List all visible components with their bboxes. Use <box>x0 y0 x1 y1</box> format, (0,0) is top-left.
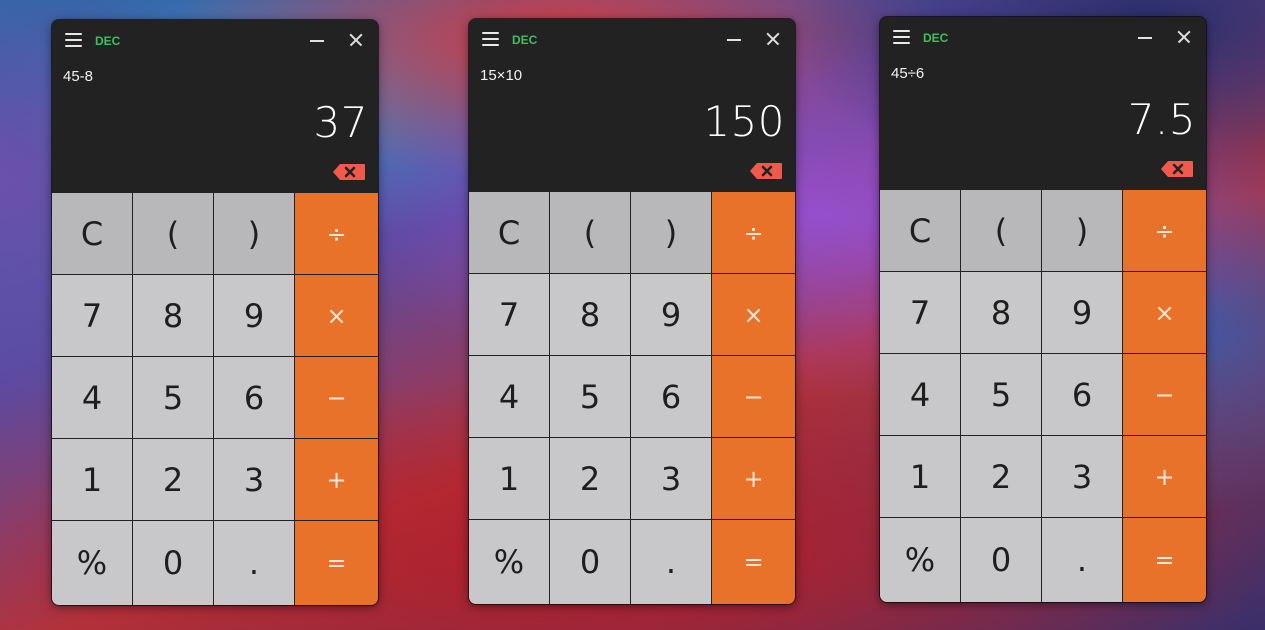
mode-label[interactable]: DEC <box>512 33 537 47</box>
minimize-icon[interactable] <box>726 31 742 47</box>
title-bar: DEC <box>52 20 378 60</box>
digit-7-button[interactable]: 7 <box>880 272 961 354</box>
decimal-button[interactable]: . <box>214 521 295 605</box>
digit-8-button[interactable]: 8 <box>961 272 1042 354</box>
keypad: C ( ) ÷ 7 8 9 × 4 5 6 − 1 2 3 + % 0 . = <box>469 192 795 604</box>
title-bar: DEC <box>469 19 795 59</box>
close-icon[interactable] <box>765 31 781 47</box>
decimal-button[interactable]: . <box>631 520 712 604</box>
open-paren-button[interactable]: ( <box>961 190 1042 272</box>
mode-label[interactable]: DEC <box>923 31 948 45</box>
digit-9-button[interactable]: 9 <box>1042 272 1123 354</box>
digit-2-button[interactable]: 2 <box>133 439 214 521</box>
digit-4-button[interactable]: 4 <box>469 356 550 438</box>
calculator-window-1: DEC 45-8 37 C ( ) ÷ 7 8 9 × 4 5 6 − 1 2 … <box>52 20 378 605</box>
result-display: 150 <box>703 97 785 146</box>
equals-button[interactable]: = <box>1123 518 1206 602</box>
digit-3-button[interactable]: 3 <box>631 438 712 520</box>
digit-1-button[interactable]: 1 <box>469 438 550 520</box>
expression-display: 15×10 <box>480 67 523 84</box>
backspace-icon[interactable] <box>749 162 783 180</box>
digit-5-button[interactable]: 5 <box>550 356 631 438</box>
expression-display: 45÷6 <box>891 65 925 82</box>
close-paren-button[interactable]: ) <box>214 193 295 275</box>
multiply-button[interactable]: × <box>1123 272 1206 354</box>
equals-button[interactable]: = <box>712 520 795 604</box>
keypad: C ( ) ÷ 7 8 9 × 4 5 6 − 1 2 3 + % 0 . = <box>880 190 1206 602</box>
digit-0-button[interactable]: 0 <box>550 520 631 604</box>
digit-1-button[interactable]: 1 <box>880 436 961 518</box>
close-icon[interactable] <box>348 32 364 48</box>
keypad: C ( ) ÷ 7 8 9 × 4 5 6 − 1 2 3 + % 0 . = <box>52 193 378 605</box>
percent-button[interactable]: % <box>52 521 133 605</box>
hamburger-icon[interactable] <box>65 33 83 47</box>
digit-4-button[interactable]: 4 <box>52 357 133 439</box>
digit-7-button[interactable]: 7 <box>469 274 550 356</box>
close-icon[interactable] <box>1176 29 1192 45</box>
digit-3-button[interactable]: 3 <box>214 439 295 521</box>
mode-label[interactable]: DEC <box>95 34 120 48</box>
minimize-icon[interactable] <box>1137 29 1153 45</box>
expression-display: 45-8 <box>63 68 94 85</box>
percent-button[interactable]: % <box>880 518 961 602</box>
digit-6-button[interactable]: 6 <box>1042 354 1123 436</box>
subtract-button[interactable]: − <box>1123 354 1206 436</box>
digit-8-button[interactable]: 8 <box>550 274 631 356</box>
divide-button[interactable]: ÷ <box>712 192 795 274</box>
multiply-button[interactable]: × <box>295 275 378 357</box>
add-button[interactable]: + <box>1123 436 1206 518</box>
calculator-window-3: DEC 45÷6 7.5 C ( ) ÷ 7 8 9 × 4 5 6 − 1 2… <box>880 17 1206 602</box>
open-paren-button[interactable]: ( <box>550 192 631 274</box>
calculator-window-2: DEC 15×10 150 C ( ) ÷ 7 8 9 × 4 5 6 − 1 … <box>469 19 795 604</box>
clear-button[interactable]: C <box>52 193 133 275</box>
result-display: 7.5 <box>1127 95 1196 144</box>
digit-2-button[interactable]: 2 <box>961 436 1042 518</box>
minimize-icon[interactable] <box>309 32 325 48</box>
close-paren-button[interactable]: ) <box>631 192 712 274</box>
hamburger-icon[interactable] <box>893 30 911 44</box>
equals-button[interactable]: = <box>295 521 378 605</box>
digit-9-button[interactable]: 9 <box>631 274 712 356</box>
title-bar: DEC <box>880 17 1206 57</box>
add-button[interactable]: + <box>712 438 795 520</box>
digit-5-button[interactable]: 5 <box>133 357 214 439</box>
divide-button[interactable]: ÷ <box>295 193 378 275</box>
digit-3-button[interactable]: 3 <box>1042 436 1123 518</box>
decimal-button[interactable]: . <box>1042 518 1123 602</box>
clear-button[interactable]: C <box>880 190 961 272</box>
digit-2-button[interactable]: 2 <box>550 438 631 520</box>
close-paren-button[interactable]: ) <box>1042 190 1123 272</box>
subtract-button[interactable]: − <box>295 357 378 439</box>
multiply-button[interactable]: × <box>712 274 795 356</box>
digit-7-button[interactable]: 7 <box>52 275 133 357</box>
open-paren-button[interactable]: ( <box>133 193 214 275</box>
clear-button[interactable]: C <box>469 192 550 274</box>
digit-6-button[interactable]: 6 <box>631 356 712 438</box>
backspace-icon[interactable] <box>332 163 366 181</box>
digit-8-button[interactable]: 8 <box>133 275 214 357</box>
digit-0-button[interactable]: 0 <box>961 518 1042 602</box>
subtract-button[interactable]: − <box>712 356 795 438</box>
digit-9-button[interactable]: 9 <box>214 275 295 357</box>
digit-1-button[interactable]: 1 <box>52 439 133 521</box>
result-display: 37 <box>313 98 368 147</box>
digit-5-button[interactable]: 5 <box>961 354 1042 436</box>
percent-button[interactable]: % <box>469 520 550 604</box>
divide-button[interactable]: ÷ <box>1123 190 1206 272</box>
backspace-icon[interactable] <box>1160 160 1194 178</box>
digit-4-button[interactable]: 4 <box>880 354 961 436</box>
hamburger-icon[interactable] <box>482 32 500 46</box>
add-button[interactable]: + <box>295 439 378 521</box>
digit-0-button[interactable]: 0 <box>133 521 214 605</box>
digit-6-button[interactable]: 6 <box>214 357 295 439</box>
